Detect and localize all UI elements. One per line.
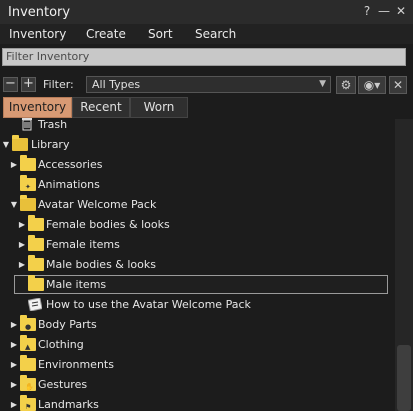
folder-open-icon <box>20 195 36 211</box>
tree-label: Landmarks <box>38 398 99 411</box>
tree-label: Environments <box>38 358 114 371</box>
gear-icon[interactable]: ⚙ <box>336 76 356 94</box>
filter-type-select[interactable]: All Types ▼ <box>86 76 331 93</box>
tree-label: Trash <box>38 118 68 131</box>
filter-type-value: All Types <box>92 78 141 91</box>
tree-row-female-bodies[interactable]: ▶ Female bodies & looks <box>0 215 394 235</box>
expanded-arrow-icon[interactable]: ▼ <box>9 195 19 215</box>
bodyparts-folder-icon: ● <box>20 315 36 331</box>
tree-label: Gestures <box>38 378 88 391</box>
menu-inventory[interactable]: Inventory <box>9 27 66 41</box>
tree-row-male-items[interactable]: Male items <box>0 275 394 295</box>
tree-label: Male items <box>46 278 107 291</box>
tree-label: Animations <box>38 178 100 191</box>
tree-label: Body Parts <box>38 318 97 331</box>
tree-row-avatar-welcome-pack[interactable]: ▼ Avatar Welcome Pack <box>0 195 394 215</box>
folder-icon <box>20 155 36 171</box>
close-filter-icon[interactable]: ✕ <box>389 76 407 94</box>
close-icon[interactable]: ✕ <box>394 4 408 18</box>
tree-label: Clothing <box>38 338 84 351</box>
collapsed-arrow-icon[interactable]: ▶ <box>9 335 19 355</box>
collapse-all-button[interactable]: − <box>3 77 18 92</box>
expanded-arrow-icon[interactable]: ▼ <box>1 135 11 155</box>
folder-icon <box>28 255 44 271</box>
scrollbar-thumb[interactable] <box>397 345 411 411</box>
trash-icon <box>21 117 33 131</box>
eye-visibility-icon[interactable]: ◉▾ <box>358 76 386 94</box>
tree-row-trash[interactable]: Trash <box>0 115 394 135</box>
collapsed-arrow-icon[interactable]: ▶ <box>17 235 27 255</box>
collapsed-arrow-icon[interactable]: ▶ <box>9 395 19 411</box>
tree-label: How to use the Avatar Welcome Pack <box>46 298 251 311</box>
menu-sort[interactable]: Sort <box>148 27 173 41</box>
collapsed-arrow-icon[interactable]: ▶ <box>17 215 27 235</box>
chevron-down-icon: ▼ <box>319 79 326 89</box>
animation-folder-icon: ✦ <box>20 175 36 191</box>
menu-bar: Inventory Create Sort Search <box>0 24 413 44</box>
inventory-tree[interactable]: Trash ▼ Library ▶ Accessories ✦ Animatio… <box>0 115 394 411</box>
minimize-icon[interactable]: — <box>377 4 391 18</box>
collapsed-arrow-icon[interactable]: ▶ <box>9 355 19 375</box>
filter-inventory-input[interactable]: Filter Inventory <box>2 48 406 66</box>
tree-row-male-bodies[interactable]: ▶ Male bodies & looks <box>0 255 394 275</box>
window-title: Inventory <box>8 5 71 20</box>
folder-icon <box>28 215 44 231</box>
folder-open-icon <box>12 135 28 151</box>
tree-label: Female items <box>46 238 120 251</box>
tree-row-body-parts[interactable]: ▶ ● Body Parts <box>0 315 394 335</box>
tree-row-female-items[interactable]: ▶ Female items <box>0 235 394 255</box>
collapsed-arrow-icon[interactable]: ▶ <box>9 155 19 175</box>
gestures-folder-icon: ✋ <box>20 375 36 391</box>
notecard-icon <box>27 297 43 312</box>
tree-row-clothing[interactable]: ▶ ▲ Clothing <box>0 335 394 355</box>
tree-label: Female bodies & looks <box>46 218 170 231</box>
tree-row-accessories[interactable]: ▶ Accessories <box>0 155 394 175</box>
help-icon[interactable]: ? <box>360 4 374 18</box>
tree-row-landmarks[interactable]: ▶ ⚑ Landmarks <box>0 395 394 411</box>
collapsed-arrow-icon[interactable]: ▶ <box>9 375 19 395</box>
folder-icon <box>28 275 44 291</box>
tree-label: Accessories <box>38 158 103 171</box>
filter-label: Filter: <box>43 78 74 91</box>
clothing-folder-icon: ▲ <box>20 335 36 351</box>
tree-row-gestures[interactable]: ▶ ✋ Gestures <box>0 375 394 395</box>
title-bar: Inventory ? — ✕ <box>0 0 413 24</box>
folder-icon <box>28 235 44 251</box>
landmarks-folder-icon: ⚑ <box>20 395 36 411</box>
expand-all-button[interactable]: + <box>21 77 36 92</box>
collapsed-arrow-icon[interactable]: ▶ <box>17 255 27 275</box>
menu-search[interactable]: Search <box>195 27 236 41</box>
tree-label: Avatar Welcome Pack <box>38 198 157 211</box>
folder-icon <box>20 355 36 371</box>
collapsed-arrow-icon[interactable]: ▶ <box>9 315 19 335</box>
tree-row-animations[interactable]: ✦ Animations <box>0 175 394 195</box>
tree-row-environments[interactable]: ▶ Environments <box>0 355 394 375</box>
tree-row-library[interactable]: ▼ Library <box>0 135 394 155</box>
tree-row-how-to-use[interactable]: How to use the Avatar Welcome Pack <box>0 295 394 315</box>
tree-label: Library <box>31 138 70 151</box>
tree-label: Male bodies & looks <box>46 258 156 271</box>
menu-create[interactable]: Create <box>86 27 126 41</box>
